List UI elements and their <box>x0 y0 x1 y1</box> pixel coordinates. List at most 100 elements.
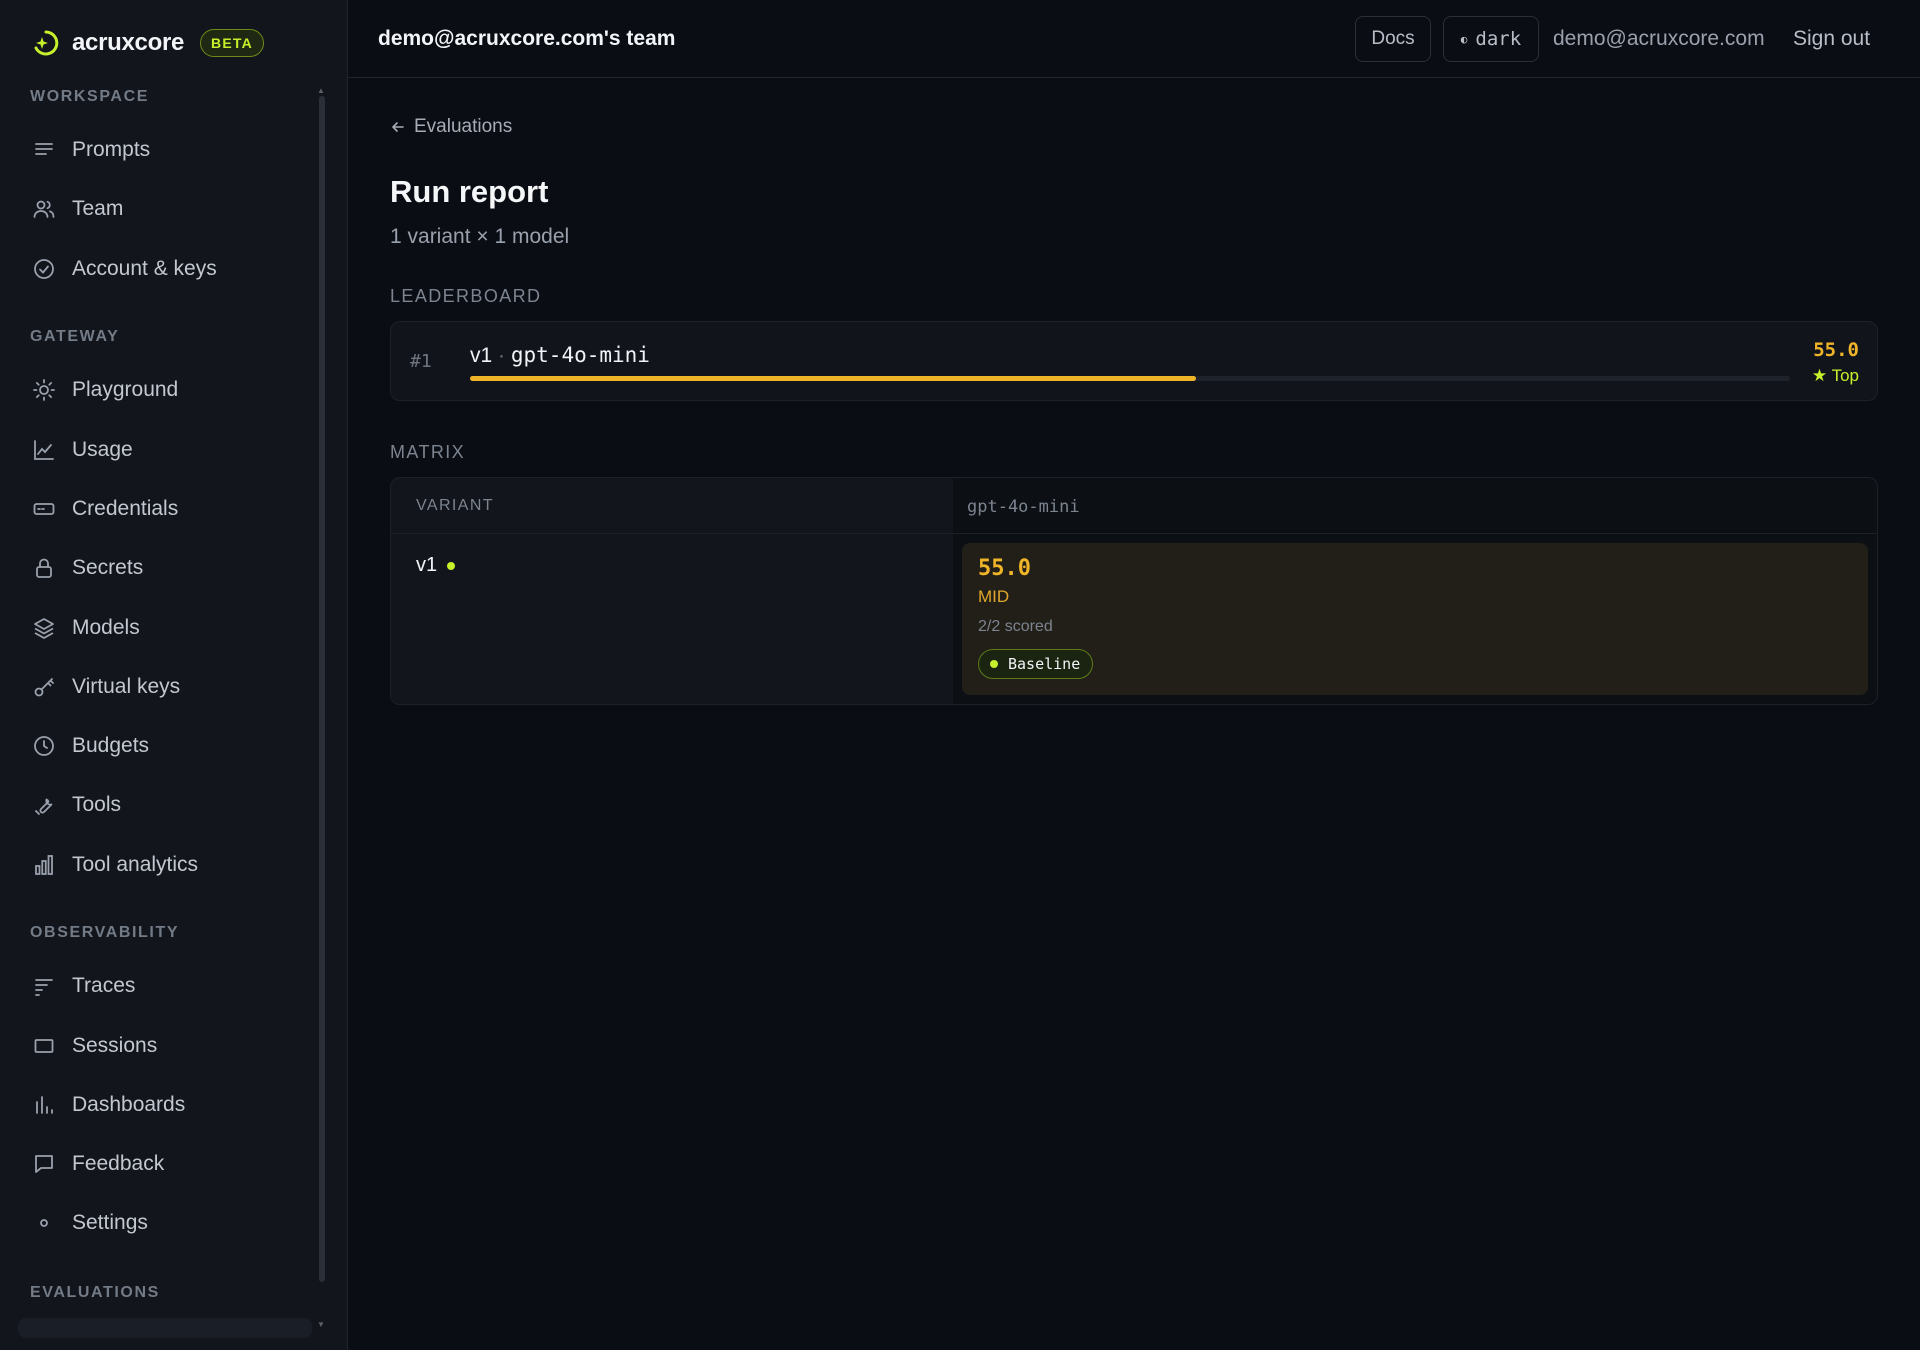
sidebar-item-traces[interactable]: Traces <box>18 961 308 1011</box>
sidebar-item-models[interactable]: Models <box>18 603 308 653</box>
leaderboard-variant: v1 <box>470 344 493 367</box>
sidebar-item-label: Sessions <box>72 1034 158 1057</box>
user-email: demo@acruxcore.com <box>1553 27 1765 50</box>
matrix-row-model-cell: 55.0 MID 2/2 scored Baseline <box>953 534 1877 704</box>
theme-toggle-button[interactable]: ◐ dark <box>1443 16 1539 62</box>
theme-icon: ◐ <box>1460 32 1468 46</box>
arrow-left-icon <box>392 122 404 132</box>
cell-scored-count: 2/2 scored <box>978 618 1053 635</box>
sign-out-button[interactable]: Sign out <box>1793 27 1870 51</box>
beta-badge: BETA <box>200 29 264 57</box>
matrix-header-variant: VARIANT <box>391 478 953 534</box>
page-title: Run report <box>390 174 549 209</box>
lines-icon <box>35 143 53 155</box>
sidebar-item-secrets[interactable]: Secrets <box>18 543 308 593</box>
bars-icon <box>36 1096 53 1114</box>
sidebar-item-credentials[interactable]: Credentials <box>18 484 308 534</box>
section-label-observability: OBSERVABILITY <box>30 924 180 941</box>
docs-button[interactable]: Docs <box>1355 16 1431 62</box>
sidebar-item-prompts[interactable]: Prompts <box>18 125 308 175</box>
score-cell[interactable]: 55.0 MID 2/2 scored Baseline <box>962 543 1868 695</box>
theme-label: dark <box>1475 28 1522 50</box>
leaderboard-rank: #1 <box>410 351 432 372</box>
sidebar-item-feedback[interactable]: Feedback <box>18 1139 308 1189</box>
sidebar-item-label: Tool analytics <box>72 853 199 876</box>
lock-icon <box>36 558 52 578</box>
variant-label: v1 <box>416 554 438 576</box>
back-to-evaluations-link[interactable]: Evaluations <box>390 116 512 138</box>
leaderboard-score-bar-fill <box>470 376 1196 381</box>
sidebar-item-team[interactable]: Team <box>18 184 308 234</box>
brand-name: acruxcore <box>72 29 185 56</box>
acruxcore-logo-icon <box>30 28 60 58</box>
baseline-badge: Baseline <box>978 649 1094 679</box>
sidebar-item-tool-analytics[interactable]: Tool analytics <box>18 840 308 890</box>
sidebar-item-label: Models <box>72 616 140 639</box>
sidebar-item-label: Virtual keys <box>72 675 181 698</box>
section-label-gateway: GATEWAY <box>30 328 120 345</box>
sidebar-item-playground[interactable]: Playground <box>18 365 308 415</box>
wrench-icon <box>35 798 53 815</box>
sidebar-item-label: Credentials <box>72 497 179 520</box>
sidebar: acruxcore BETA ▲ ▼ WORKSPACE Prompts Tea… <box>0 0 348 1350</box>
page-subtitle: 1 variant × 1 model <box>390 225 570 248</box>
column-header-model: gpt-4o-mini <box>967 497 1080 517</box>
sidebar-item-label: Traces <box>72 974 136 997</box>
dot-icon <box>40 1219 48 1227</box>
scroll-down-arrow-icon[interactable]: ▼ <box>317 1320 325 1329</box>
sidebar-item-sessions[interactable]: Sessions <box>18 1021 308 1071</box>
sun-icon <box>33 379 55 401</box>
sidebar-item-label: Team <box>72 197 124 220</box>
sidebar-item-label: Usage <box>72 438 133 461</box>
results-matrix: VARIANT gpt-4o-mini v1 55.0 MID 2/2 scor… <box>390 477 1878 705</box>
sidebar-item-account-keys[interactable]: Account & keys <box>18 244 308 294</box>
sidebar-item-dashboards[interactable]: Dashboards <box>18 1080 308 1130</box>
sidebar-scrollbar-thumb[interactable] <box>319 96 325 1282</box>
matrix-header-model: gpt-4o-mini <box>953 478 1877 534</box>
brand[interactable]: acruxcore BETA <box>30 26 264 60</box>
top-badge: ★ Top <box>1811 366 1859 385</box>
bar-chart-icon <box>35 855 53 875</box>
sidebar-item-label: Tools <box>72 793 122 816</box>
column-header-variant: VARIANT <box>416 497 494 514</box>
card-icon <box>33 503 55 515</box>
leaderboard-label: LEADERBOARD <box>390 286 542 306</box>
sidebar-item-label: Dashboards <box>72 1093 186 1116</box>
message-icon <box>35 1155 53 1173</box>
sidebar-item-tools[interactable]: Tools <box>18 780 308 830</box>
sidebar-item-label: Budgets <box>72 734 150 757</box>
key-icon <box>34 678 54 697</box>
sidebar-item-usage[interactable]: Usage <box>18 425 308 475</box>
square-icon <box>34 1039 54 1053</box>
sidebar-item-label: Secrets <box>72 556 144 579</box>
leaderboard-score: 55.0 <box>1813 339 1859 361</box>
baseline-dot-icon <box>990 660 998 668</box>
sidebar-item-virtual-keys[interactable]: Virtual keys <box>18 662 308 712</box>
leaderboard-row[interactable]: #1 v1 · gpt-4o-mini 55.0 ★ Top <box>390 321 1878 401</box>
leaderboard-entry-name: v1 · gpt-4o-mini <box>470 343 650 368</box>
leaderboard-model: gpt-4o-mini <box>510 343 650 367</box>
cell-score: 55.0 <box>978 556 1031 581</box>
check-circle-icon <box>34 259 54 279</box>
cell-score-band: MID <box>978 587 1010 606</box>
sidebar-item-label: Account & keys <box>72 257 217 280</box>
sidebar-item-label: Settings <box>72 1211 148 1234</box>
leaderboard-score-bar <box>470 376 1790 381</box>
team-name[interactable]: demo@acruxcore.com's team <box>378 27 675 51</box>
matrix-label: MATRIX <box>390 442 466 462</box>
section-label-workspace: WORKSPACE <box>30 88 149 105</box>
sidebar-item-label: Playground <box>72 378 179 401</box>
sidebar-item-label: Prompts <box>72 138 151 161</box>
topbar: demo@acruxcore.com's team Docs ◐ dark de… <box>348 0 1920 78</box>
sidebar-item-label: Feedback <box>72 1152 165 1175</box>
traces-icon <box>35 979 53 996</box>
sidebar-item-budgets[interactable]: Budgets <box>18 721 308 771</box>
section-label-evaluations: EVALUATIONS <box>30 1284 160 1301</box>
scroll-up-arrow-icon[interactable]: ▲ <box>317 86 325 95</box>
sidebar-item-evaluations-active[interactable] <box>18 1318 312 1338</box>
variant-name: v1 <box>416 554 456 577</box>
users-icon <box>33 200 55 218</box>
baseline-dot-icon <box>447 561 456 570</box>
layers-icon <box>34 618 54 639</box>
sidebar-item-settings[interactable]: Settings <box>18 1198 308 1248</box>
